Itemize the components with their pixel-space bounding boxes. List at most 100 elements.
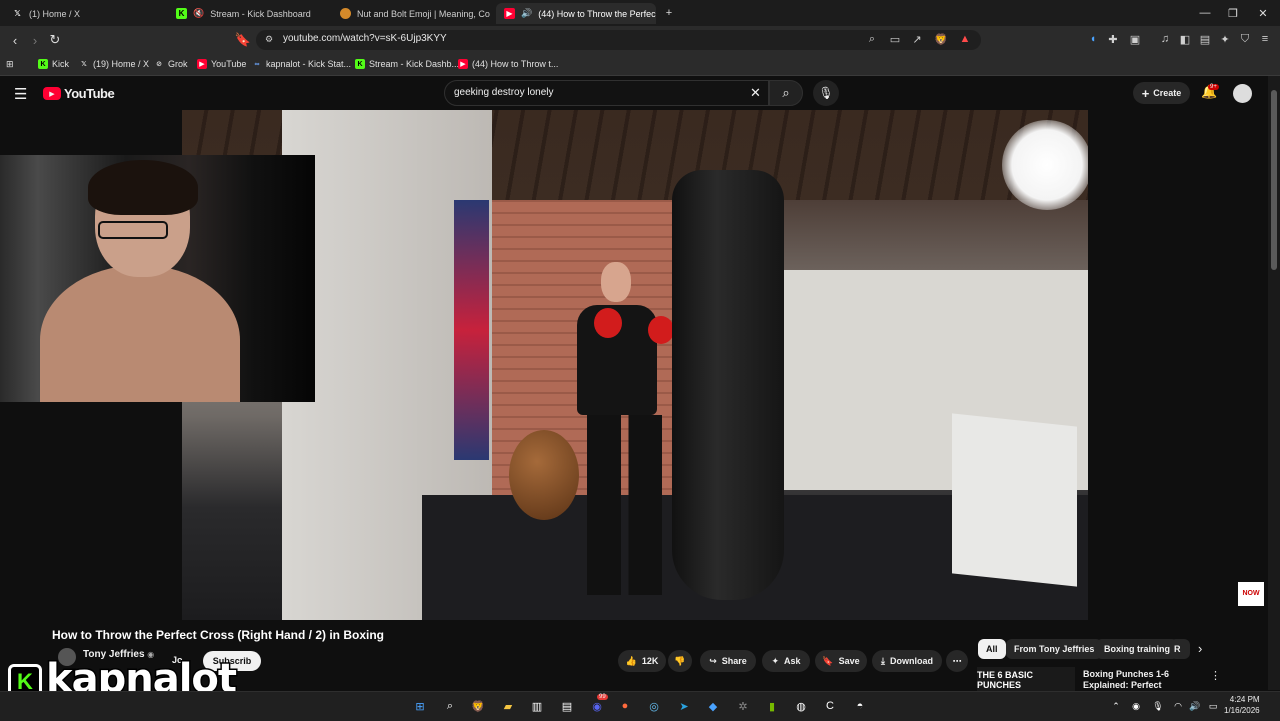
app-icon[interactable]: ▥ xyxy=(527,696,547,716)
audio-icon[interactable]: ◖ xyxy=(1086,32,1100,46)
save-icon: 🔖 xyxy=(822,655,834,666)
settings-icon[interactable]: ✲ xyxy=(733,696,753,716)
media-icon[interactable]: ♫ xyxy=(1158,32,1172,46)
bookmark-kick-stats[interactable]: ∞ kapnalot - Kick Stat... xyxy=(252,56,352,72)
kick-logo-icon: K xyxy=(355,59,365,69)
recommendation-thumbnail[interactable]: THE 6 BASIC PUNCHES xyxy=(977,667,1075,691)
menu-icon[interactable]: ≡ xyxy=(1258,32,1272,46)
site-info-icon[interactable]: ⚙ xyxy=(262,32,276,46)
cast-icon[interactable]: ▭ xyxy=(888,32,902,46)
grok-icon: ⊘ xyxy=(156,61,162,68)
microphone-icon: 🎙 xyxy=(818,86,834,100)
nvidia-icon[interactable]: ▮ xyxy=(762,696,782,716)
zoom-icon[interactable]: ⌕ xyxy=(865,32,879,46)
bookmark-youtube[interactable]: ▶ YouTube xyxy=(197,56,246,72)
more-actions-button[interactable]: ⋯ xyxy=(946,650,968,672)
webcam-overlay xyxy=(0,155,315,402)
wallet-icon[interactable]: ▤ xyxy=(1198,32,1212,46)
back-icon[interactable]: ‹ xyxy=(6,31,24,49)
url-text[interactable]: youtube.com/watch?v=sK-6Ujp3KYY xyxy=(283,33,447,44)
tray-discord-icon[interactable]: ◉ xyxy=(1126,696,1146,716)
brave-shields-icon[interactable]: 🦁 xyxy=(934,32,948,46)
video-title: How to Throw the Perfect Cross (Right Ha… xyxy=(52,628,385,642)
ask-label: Ask xyxy=(784,656,801,666)
system-clock[interactable]: 4:24 PM 1/16/2026 xyxy=(1224,694,1260,716)
vpn-icon[interactable]: ⛉ xyxy=(1238,32,1252,46)
brave-browser-icon[interactable]: 🦁 xyxy=(468,696,488,716)
hamburger-menu-icon[interactable]: ☰ xyxy=(14,85,27,103)
close-window-icon[interactable]: ✕ xyxy=(1246,0,1280,26)
tab-title: (1) Home / X xyxy=(29,8,81,19)
stats-icon: ∞ xyxy=(254,60,260,68)
tab-youtube-video[interactable]: ▶ 🔊 (44) How to Throw the Perfec ✕ xyxy=(496,3,656,24)
screenshot-icon[interactable]: ▣ xyxy=(1128,32,1142,46)
bookmark-kick[interactable]: K Kick xyxy=(38,56,69,72)
share-page-icon[interactable]: ↗ xyxy=(910,32,924,46)
emoji-site-icon xyxy=(340,8,351,19)
terminal-icon[interactable]: ▤ xyxy=(557,696,577,716)
video-player[interactable] xyxy=(182,110,1088,620)
video-overlay-badge[interactable]: NOW xyxy=(1238,582,1264,606)
bookmark-grok[interactable]: ⊘ Grok xyxy=(154,56,187,72)
tray-chevron-icon[interactable]: ⌃ xyxy=(1106,696,1126,716)
like-count: 12K xyxy=(641,656,659,666)
recommendation-menu-icon[interactable]: ⋮ xyxy=(1210,669,1221,682)
ask-button[interactable]: ✦ Ask xyxy=(762,650,810,672)
create-button[interactable]: + Create xyxy=(1133,82,1190,104)
avatar[interactable] xyxy=(1233,84,1252,103)
brave-rewards-icon[interactable]: ▲ xyxy=(958,32,972,46)
forward-icon[interactable]: › xyxy=(26,31,44,49)
clear-search-icon[interactable]: ✕ xyxy=(750,85,761,101)
search-button[interactable]: ⌕ xyxy=(769,80,803,106)
windows-start-icon[interactable]: ⊞ xyxy=(410,696,430,716)
download-icon: ⤓ xyxy=(881,655,885,666)
bookmark-home-x[interactable]: 𝕏 (19) Home / X xyxy=(79,56,149,72)
bookmark-kick-dashboard[interactable]: K Stream - Kick Dashb... xyxy=(355,56,459,72)
new-tab-button[interactable]: + xyxy=(652,0,686,26)
mirror-icon[interactable]: ◓ xyxy=(850,696,870,716)
share-button[interactable]: ↪ Share xyxy=(700,650,756,672)
tab-kick-dashboard[interactable]: K 🔇 Stream - Kick Dashboard xyxy=(168,3,328,24)
extensions-icon[interactable]: ✚ xyxy=(1106,32,1120,46)
mute-icon: 🔇 xyxy=(193,8,205,18)
video-scene-punching-bag xyxy=(672,170,784,600)
obs-icon[interactable]: ● xyxy=(615,696,635,716)
voice-search-button[interactable]: 🎙 xyxy=(813,80,839,106)
sidebar-icon[interactable]: ◧ xyxy=(1178,32,1192,46)
github-icon[interactable]: ◍ xyxy=(791,696,811,716)
volume-icon[interactable]: 🔊 xyxy=(1185,696,1205,716)
chip-all[interactable]: All xyxy=(978,639,1006,659)
chip-more[interactable]: R xyxy=(1170,639,1190,659)
reload-icon[interactable]: ↻ xyxy=(46,31,64,49)
youtube-logo-text: YouTube xyxy=(64,86,115,101)
file-explorer-icon[interactable]: ▰ xyxy=(498,696,518,716)
search-icon: ⌕ xyxy=(782,85,790,100)
thumbs-down-icon: 👎 xyxy=(674,655,686,666)
scrollbar-thumb[interactable] xyxy=(1271,90,1277,270)
bookmark-icon[interactable]: 🔖 xyxy=(234,31,252,49)
tab-home-x[interactable]: 𝕏 (1) Home / X xyxy=(4,3,164,24)
search-input[interactable]: geeking destroy lonely xyxy=(454,87,554,98)
restore-icon[interactable]: ❐ xyxy=(1216,0,1250,26)
bookmark-label: kapnalot - Kick Stat... xyxy=(266,59,352,69)
chevron-right-icon[interactable]: › xyxy=(1198,641,1202,656)
chip-from-channel[interactable]: From Tony Jeffries xyxy=(1006,639,1103,659)
tab-nut-bolt-emoji[interactable]: Nut and Bolt Emoji | Meaning, Co xyxy=(332,3,492,24)
tray-mic-icon[interactable]: 🎙 xyxy=(1148,696,1168,716)
telegram-icon[interactable]: ➤ xyxy=(674,696,694,716)
battery-icon[interactable]: ▭ xyxy=(1203,696,1223,716)
like-button[interactable]: 👍 12K xyxy=(618,650,666,672)
youtube-logo[interactable]: ▶ YouTube xyxy=(43,86,115,101)
download-button[interactable]: ⤓ Download xyxy=(872,650,942,672)
save-button[interactable]: 🔖 Save xyxy=(815,650,867,672)
apps-icon[interactable]: ⊞ xyxy=(6,56,14,72)
leo-ai-icon[interactable]: ✦ xyxy=(1218,32,1232,46)
bookmark-youtube-video[interactable]: ▶ (44) How to Throw t... xyxy=(458,56,558,72)
create-label: Create xyxy=(1153,88,1182,98)
chip-boxing-training[interactable]: Boxing training xyxy=(1096,639,1178,659)
steam-icon[interactable]: ◎ xyxy=(644,696,664,716)
app-blue-icon[interactable]: ◆ xyxy=(703,696,723,716)
search-icon[interactable]: ⌕ xyxy=(440,696,460,716)
app-c-icon[interactable]: C xyxy=(820,696,840,716)
dislike-button[interactable]: 👎 xyxy=(668,650,692,672)
